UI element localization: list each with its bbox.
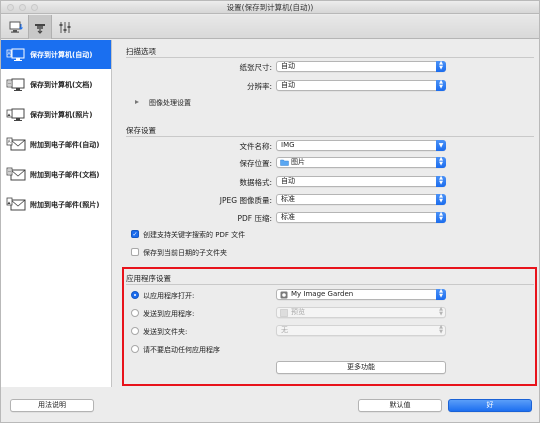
chevron-updown-icon: ▲ ▼ [436,175,446,187]
svg-text:A: A [8,139,11,144]
title-bar: 设置(保存到计算机(自动)) [1,1,539,14]
save-settings-title: 保存设置 [126,126,156,135]
tab-scanner[interactable] [28,15,52,39]
save-in-label: 保存位置: [239,159,272,168]
resolution-label: 分辨率: [246,82,272,91]
document-save-icon [6,78,25,91]
jpeg-quality-value: 标准 [281,195,295,203]
instructions-button[interactable]: 用法说明 [10,399,94,412]
file-name-label: 文件名称: [239,142,272,151]
resolution-select[interactable]: 自动 ▲ ▼ [276,79,446,91]
sidebar-item-auto-save[interactable]: A 保存到计算机(自动) [1,40,111,69]
photo-save-icon [6,108,25,121]
folder-icon [280,159,289,166]
tools-icon [59,21,71,33]
disclosure-triangle-icon[interactable] [135,100,139,104]
sidebar-item-label: 附加到电子邮件(文档) [30,170,100,179]
chevron-updown-icon: ▲ ▼ [436,60,446,72]
settings-window: 设置(保存到计算机(自动)) A 保存到计算机(自动) 保存到计算机(文档) 保… [0,0,540,423]
sidebar-item-label: 保存到计算机(照片) [30,110,93,119]
scan-to-pc-icon [9,21,23,33]
data-format-value: 自动 [281,177,295,185]
jpeg-quality-select[interactable]: 标准 ▲ ▼ [276,193,446,205]
pdf-compression-label: PDF 压缩: [237,214,272,223]
resolution-value: 自动 [281,81,295,89]
chevron-down-icon: ▼ [436,140,446,151]
pdf-compression-select[interactable]: 标准 ▲ ▼ [276,211,446,223]
sidebar-item-photo-save[interactable]: 保存到计算机(照片) [1,100,111,129]
minimize-window-button[interactable] [19,4,26,11]
sidebar: A 保存到计算机(自动) 保存到计算机(文档) 保存到计算机(照片) A 附加到… [1,40,112,387]
ok-button[interactable]: 好 [448,399,532,412]
data-format-label: 数据格式: [239,178,272,187]
zoom-window-button[interactable] [31,4,38,11]
image-processing-label[interactable]: 图像处理设置 [149,98,191,108]
defaults-button[interactable]: 默认值 [358,399,442,412]
data-format-select[interactable]: 自动 ▲ ▼ [276,175,446,187]
file-name-combo[interactable]: IMG ▼ [276,140,446,151]
save-subfolder-checkbox[interactable] [131,248,139,256]
create-pdf-keyword-label[interactable]: 创建支持关键字搜索的 PDF 文件 [143,230,245,240]
divider [126,57,534,58]
svg-text:A: A [8,51,11,56]
sidebar-item-label: 附加到电子邮件(照片) [30,200,100,209]
paper-size-value: 自动 [281,62,295,70]
save-in-value: 图片 [291,158,305,166]
chevron-updown-icon: ▲ ▼ [436,211,446,223]
close-window-button[interactable] [7,4,14,11]
divider [126,136,534,137]
chevron-updown-icon: ▲ ▼ [436,193,446,205]
tab-scan-to-pc[interactable] [4,15,28,39]
sidebar-item-document-email[interactable]: 附加到电子邮件(文档) [1,160,111,189]
pdf-compression-value: 标准 [281,213,295,221]
document-email-icon [6,167,26,180]
jpeg-quality-label: JPEG 图像质量: [219,196,272,205]
chevron-updown-icon: ▲ ▼ [436,156,446,168]
paper-size-label: 纸张尺寸: [239,63,272,72]
save-subfolder-label[interactable]: 保存到当前日期的子文件夹 [143,248,227,258]
sidebar-item-label: 附加到电子邮件(自动) [30,140,100,149]
window-title: 设置(保存到计算机(自动)) [226,3,314,12]
photo-email-icon [6,197,26,210]
sidebar-item-document-save[interactable]: 保存到计算机(文档) [1,70,111,99]
scanner-icon [35,23,45,34]
highlight-box [122,267,537,386]
scan-options-title: 扫描选项 [126,47,156,56]
auto-save-icon: A [6,48,25,61]
paper-size-select[interactable]: 自动 ▲ ▼ [276,60,446,72]
sidebar-item-photo-email[interactable]: 附加到电子邮件(照片) [1,190,111,219]
sidebar-item-label: 保存到计算机(自动) [30,50,93,59]
sidebar-item-auto-email[interactable]: A 附加到电子邮件(自动) [1,130,111,159]
save-in-select[interactable]: 图片 ▲ ▼ [276,156,446,168]
chevron-updown-icon: ▲ ▼ [436,79,446,91]
sidebar-item-label: 保存到计算机(文档) [30,80,93,89]
create-pdf-keyword-checkbox[interactable]: ✓ [131,230,139,238]
tab-tools[interactable] [53,15,77,39]
auto-email-icon: A [6,137,26,150]
file-name-value: IMG [281,141,295,149]
toolbar [1,15,539,39]
